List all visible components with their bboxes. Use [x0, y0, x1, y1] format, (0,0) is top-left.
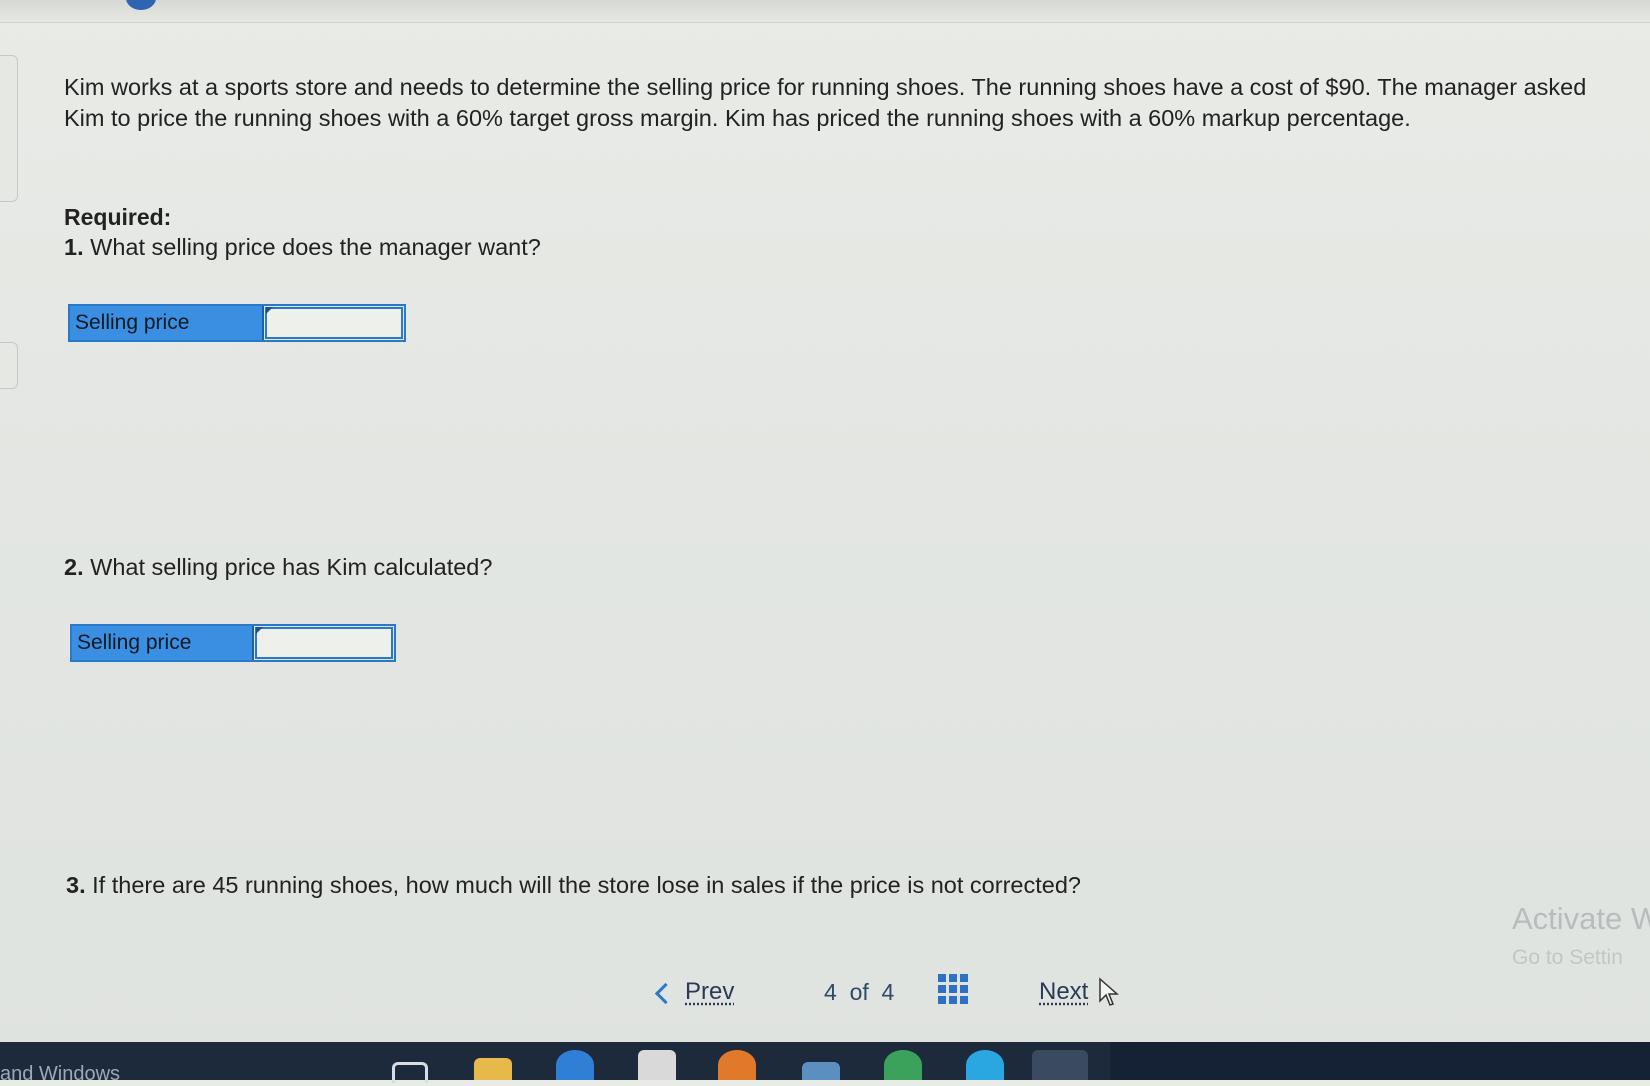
question-grid-icon[interactable] [938, 974, 968, 1004]
answer-label: Selling price [70, 306, 264, 340]
question-1: 1. What selling price does the manager w… [64, 234, 541, 261]
answer-row-1: Selling price [68, 304, 406, 342]
file-explorer-icon[interactable] [474, 1058, 512, 1080]
store-icon[interactable] [638, 1050, 676, 1080]
question-2: 2. What selling price has Kim calculated… [64, 554, 492, 581]
chrome-app-icon[interactable] [1032, 1050, 1088, 1080]
next-label: Next [1039, 978, 1089, 1005]
question-3: 3. If there are 45 running shoes, how mu… [66, 872, 1081, 899]
current-page: 4 [824, 978, 837, 1005]
avatar[interactable] [126, 0, 156, 10]
chrome-icon[interactable] [884, 1050, 922, 1080]
chevron-left-icon [654, 982, 677, 1004]
browser-top-strip [0, 0, 1650, 23]
question-number: 3. [66, 872, 86, 898]
prev-label: Prev [685, 978, 735, 1005]
selling-price-input-2[interactable] [255, 627, 393, 659]
total-pages: 4 [881, 978, 895, 1005]
of-label: of [849, 978, 869, 1005]
prev-button[interactable]: Prev [654, 972, 735, 1012]
answer-label: Selling price [72, 626, 254, 660]
edge-icon[interactable] [556, 1050, 594, 1080]
answer-row-2: Selling price [70, 624, 396, 662]
taskbar-text: and Windows [0, 1063, 121, 1085]
problem-statement: Kim works at a sports store and needs to… [64, 74, 1587, 131]
next-button[interactable]: Next [1039, 972, 1120, 1012]
question-text: If there are 45 running shoes, how much … [92, 872, 1081, 898]
page-indicator: 4 of 4 [824, 972, 894, 1012]
skype-icon[interactable] [966, 1050, 1004, 1080]
input-marker-icon [256, 627, 263, 634]
mouse-cursor-icon [1099, 977, 1120, 1006]
selling-price-input-1[interactable] [265, 307, 403, 339]
activation-watermark-title: Activate W [1512, 901, 1650, 936]
calculator-icon[interactable] [802, 1062, 840, 1080]
activation-watermark-subtitle: Go to Settin [1512, 946, 1623, 969]
question-text: What selling price does the manager want… [90, 234, 541, 260]
firefox-icon[interactable] [718, 1050, 756, 1080]
question-number: 1. [64, 234, 84, 260]
required-heading: Required: [64, 204, 172, 230]
question-number: 2. [64, 554, 84, 580]
input-marker-icon [266, 307, 273, 314]
question-text: What selling price has Kim calculated? [90, 554, 493, 580]
